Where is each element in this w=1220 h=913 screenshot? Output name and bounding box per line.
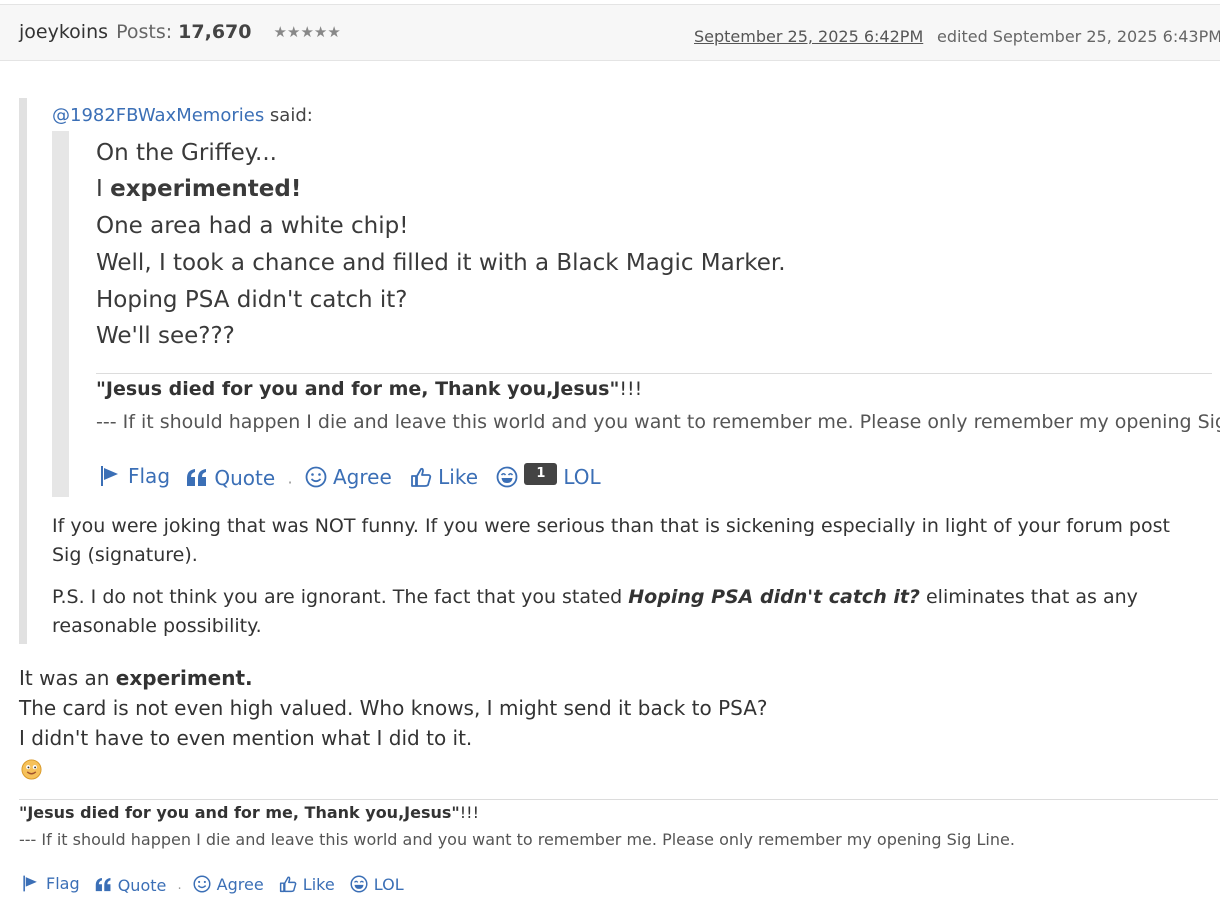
smiley-emoji-icon xyxy=(21,759,42,780)
body-line: I didn't have to even mention what I did… xyxy=(19,726,473,750)
quote-button[interactable]: Quote xyxy=(95,876,166,895)
signature-divider xyxy=(19,799,1218,800)
signature-line1: "Jesus died for you and for me, Thank yo… xyxy=(19,803,479,822)
post-action-bar: Flag Quote · Agree Like LOL xyxy=(21,874,404,897)
quote-emphasis: experimented! xyxy=(110,176,302,202)
reply-emphasis: Hoping PSA didn't catch it? xyxy=(628,586,920,608)
body-emphasis: experiment. xyxy=(115,666,253,690)
flag-button[interactable]: Flag xyxy=(21,874,80,893)
mention-link[interactable]: @1982FBWaxMemories xyxy=(52,105,264,126)
rank-stars-icon: ★★★★★ xyxy=(273,23,341,41)
thumbs-up-icon xyxy=(411,467,432,487)
posts-label: Posts: xyxy=(116,21,173,43)
quote-line: On the Griffey... xyxy=(96,140,277,166)
quote-signature-divider xyxy=(96,373,1212,374)
quote-line: Hoping PSA didn't catch it? xyxy=(96,287,408,313)
posts-count: 17,670 xyxy=(178,21,252,43)
body-line: The card is not even high valued. Who kn… xyxy=(19,696,768,720)
quote-icon xyxy=(95,878,111,892)
quote-lol-button[interactable]: 1 LOL xyxy=(496,463,601,489)
flag-icon xyxy=(23,875,37,892)
quote-line: We'll see??? xyxy=(96,323,235,349)
smile-icon xyxy=(193,875,211,893)
separator-dot: · xyxy=(287,473,293,492)
lol-count-badge: 1 xyxy=(524,463,558,485)
author-name[interactable]: joeykoins xyxy=(19,21,108,43)
quote-action-bar: Flag Quote · Agree Like 1 LOL xyxy=(98,463,601,493)
separator-dot: · xyxy=(177,882,182,897)
said-label: said: xyxy=(264,105,313,126)
signature-line2: --- If it should happen I die and leave … xyxy=(19,830,1015,849)
post-date-link[interactable]: September 25, 2025 6:42PM xyxy=(694,27,923,46)
quote-reply-paragraph: If you were joking that was NOT funny. I… xyxy=(52,515,1170,566)
quote-line: Well, I took a chance and filled it with… xyxy=(96,250,786,276)
body-line: It was an experiment. xyxy=(19,666,253,690)
agree-button[interactable]: Agree xyxy=(193,875,264,894)
lol-button[interactable]: LOL xyxy=(350,875,404,894)
smile-icon xyxy=(305,466,327,488)
like-button[interactable]: Like xyxy=(279,875,335,894)
quote-attribution: @1982FBWaxMemories said: xyxy=(52,105,313,126)
thumbs-up-icon xyxy=(279,876,297,893)
quote-signature-line2: --- If it should happen I die and leave … xyxy=(96,411,1220,433)
quote-like-button[interactable]: Like xyxy=(410,465,478,489)
quote-reply-paragraph: P.S. I do not think you are ignorant. Th… xyxy=(52,586,1138,637)
edited-label: edited September 25, 2025 6:43PM xyxy=(937,27,1220,46)
laugh-icon xyxy=(350,875,368,893)
flag-icon xyxy=(101,466,118,486)
post-header: joeykoins Posts: 17,670 ★★★★★ September … xyxy=(0,4,1220,61)
laugh-icon xyxy=(496,466,518,488)
quote-quote-button[interactable]: Quote xyxy=(186,466,275,490)
quote-icon xyxy=(187,469,207,486)
quote-signature-line1: "Jesus died for you and for me, Thank yo… xyxy=(96,378,643,400)
quote-line: One area had a white chip! xyxy=(96,213,409,239)
quote-flag-button[interactable]: Flag xyxy=(98,464,170,488)
quote-agree-button[interactable]: Agree xyxy=(305,465,392,489)
quote-line: I experimented! xyxy=(96,176,302,202)
author-info: joeykoins Posts: 17,670 ★★★★★ xyxy=(19,21,341,43)
